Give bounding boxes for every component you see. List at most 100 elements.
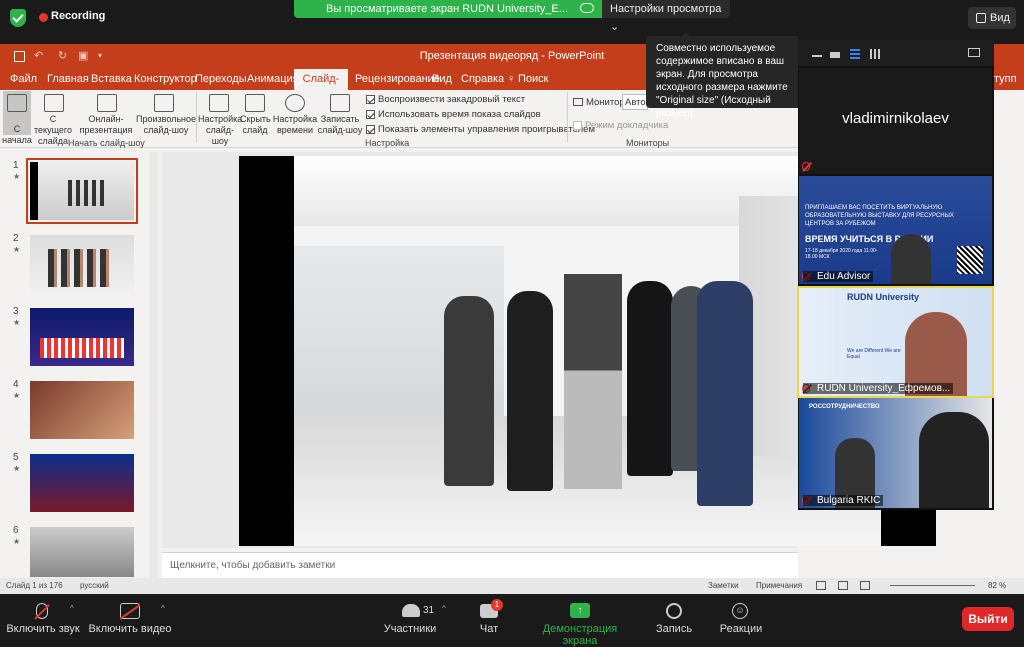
slide-thumbnail[interactable] <box>30 527 134 577</box>
tab-search[interactable]: Поиск <box>518 73 548 85</box>
notes-placeholder[interactable]: Щелкните, чтобы добавить заметки <box>170 560 335 571</box>
reading-view-icon[interactable] <box>860 581 870 590</box>
recording-label[interactable]: Recording <box>51 10 105 22</box>
participant-video <box>891 234 931 284</box>
media-controls-label: Показать элементы управления проигрывате… <box>378 124 596 135</box>
participants-icon[interactable] <box>402 604 420 617</box>
tab-design[interactable]: Конструктор <box>134 73 197 85</box>
tab-transitions[interactable]: Переходы <box>195 73 247 85</box>
reactions-icon[interactable]: ☺ <box>732 603 748 619</box>
participant-tile[interactable]: РОССОТРУДНИЧЕСТВО Bulgaria RKIC <box>799 398 992 508</box>
mute-button[interactable]: Включить звук <box>6 623 80 635</box>
tab-insert[interactable]: Вставка <box>91 73 132 85</box>
thumbnails-scrollbar[interactable] <box>150 152 158 578</box>
record-icon[interactable] <box>666 603 682 619</box>
rehearse-timings-button[interactable]: Настройка времени <box>272 114 318 136</box>
monitor-select[interactable]: Автом <box>622 94 652 110</box>
single-view-icon[interactable] <box>830 52 840 58</box>
share-partial-label[interactable]: тупп <box>994 73 1017 85</box>
timings-checkbox[interactable] <box>366 110 375 119</box>
status-bar <box>0 578 1024 594</box>
reactions-button[interactable]: Реакции <box>716 623 766 635</box>
person-image <box>697 281 753 506</box>
normal-view-icon[interactable] <box>816 581 826 590</box>
share-screen-icon[interactable]: ↑ <box>570 603 590 618</box>
online-present-button[interactable]: Онлайн-презентация <box>76 114 136 136</box>
timings-label: Использовать время показа слайдов <box>378 109 541 120</box>
tab-review[interactable]: Рецензирование <box>355 73 440 85</box>
share-screen-button[interactable]: Демонстрация экрана <box>524 623 636 647</box>
ribbon-divider <box>196 92 197 142</box>
hide-slide-button[interactable]: Скрыть слайд <box>240 114 271 136</box>
original-size-popup: Совместно используемое содержимое вписан… <box>646 36 798 119</box>
narration-checkbox[interactable] <box>366 95 375 104</box>
comments-button[interactable]: Примечания <box>756 581 802 590</box>
participant-name: Edu Advisor <box>803 271 874 282</box>
presenter-view-label: Режим докладчика <box>585 120 669 131</box>
language-indicator[interactable]: русский <box>80 581 109 590</box>
record-show-button[interactable]: Записать слайд-шоу <box>316 114 364 136</box>
view-grid-icon <box>976 13 986 23</box>
zoom-level[interactable]: 82 % <box>988 581 1006 590</box>
slide-transition-star-icon: ★ <box>13 537 21 546</box>
zoom-slider[interactable] <box>890 585 975 586</box>
participant-video <box>919 412 989 508</box>
tab-home[interactable]: Главная <box>47 73 89 85</box>
tab-animations[interactable]: Анимация <box>247 73 299 85</box>
chevron-down-icon: ⌄ <box>610 21 620 33</box>
notes-button[interactable]: Заметки <box>708 581 739 590</box>
slide-number: 6 <box>13 525 19 536</box>
sorter-view-icon[interactable] <box>838 581 848 590</box>
poster-subtext: We are Different We are Equal <box>847 348 901 360</box>
custom-show-button[interactable]: Произвольное слайд-шоу <box>136 114 196 136</box>
share-banner: Вы просматриваете экран RUDN University_… <box>294 0 602 18</box>
slide-transition-star-icon: ★ <box>13 172 21 181</box>
participants-button[interactable]: Участники <box>380 623 440 635</box>
strip-view-icon[interactable] <box>850 49 860 59</box>
setup-show-button[interactable]: Настройка слайд-шоу <box>198 114 242 147</box>
from-start-button[interactable]: С начала <box>1 124 33 146</box>
leave-button[interactable]: Выйти <box>962 607 1014 631</box>
participant-name: RUDN University_Ефремов... <box>803 383 954 394</box>
view-options-label: Настройки просмотра <box>610 3 722 15</box>
slide-thumbnail[interactable] <box>30 308 134 366</box>
slide-transition-star-icon: ★ <box>13 318 21 327</box>
narration-label: Воспроизвести закадровый текст <box>378 94 526 105</box>
slide-thumbnail[interactable] <box>30 235 134 293</box>
slide-counter: Слайд 1 из 176 <box>6 581 63 590</box>
lightbulb-icon: ♀ <box>507 73 516 85</box>
poster-subtext: ПРИГЛАШАЕМ ВАС ПОСЕТИТЬ ВИРТУАЛЬНУЮ ОБРА… <box>805 205 954 227</box>
slide-thumbnail[interactable] <box>30 381 134 439</box>
slide-thumbnail[interactable] <box>30 454 134 512</box>
tab-view[interactable]: Вид <box>432 73 452 85</box>
security-shield-icon[interactable] <box>10 9 26 27</box>
video-options-caret-icon[interactable]: ^ <box>161 604 165 613</box>
start-video-button[interactable]: Включить видео <box>88 623 172 635</box>
recording-dot-icon <box>39 13 48 22</box>
poster-date: 17-18 декабря 2020 года 11.00-18.00 МСК <box>805 248 878 260</box>
expand-icon[interactable] <box>968 48 980 57</box>
tab-slideshow[interactable]: Слайд-шоу <box>294 69 348 106</box>
monitor-icon <box>573 98 583 106</box>
view-options-button[interactable]: Настройки просмотра ⌄ <box>602 0 730 33</box>
participants-caret-icon[interactable]: ^ <box>442 604 446 613</box>
minimize-icon[interactable] <box>812 55 822 57</box>
media-controls-checkbox[interactable] <box>366 125 375 134</box>
slide-number: 3 <box>13 306 19 317</box>
participant-tile[interactable]: ПРИГЛАШАЕМ ВАС ПОСЕТИТЬ ВИРТУАЛЬНУЮ ОБРА… <box>799 176 992 284</box>
grid-view-icon[interactable] <box>870 49 880 59</box>
tab-file[interactable]: Файл <box>10 73 37 85</box>
slide-thumbnail[interactable] <box>26 158 138 224</box>
audio-options-caret-icon[interactable]: ^ <box>70 604 74 613</box>
slide-number: 4 <box>13 379 19 390</box>
slide-black-bar <box>239 156 294 546</box>
poster-title: RUDN University <box>847 292 920 302</box>
record-button[interactable]: Запись <box>652 623 696 635</box>
record-show-icon <box>330 94 350 112</box>
presenter-view-checkbox[interactable] <box>573 121 582 130</box>
tab-help[interactable]: Справка <box>461 73 504 85</box>
participant-tile[interactable]: RUDN University We are Different We are … <box>797 286 994 398</box>
setup-show-icon <box>209 94 229 112</box>
chat-button[interactable]: Чат <box>474 623 504 635</box>
slide-number: 1 <box>13 160 19 171</box>
